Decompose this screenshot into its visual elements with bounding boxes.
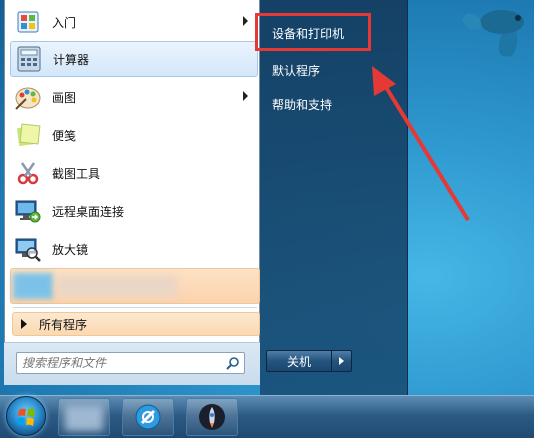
program-label: 便笺 <box>52 128 77 143</box>
start-menu-places-panel: 设备和打印机 默认程序 帮助和支持 <box>260 0 408 395</box>
highlight-box <box>255 13 371 51</box>
shutdown-label: 关机 <box>286 354 311 369</box>
right-item-label: 默认程序 <box>272 63 321 78</box>
search-input[interactable] <box>22 354 222 372</box>
betta-fish-wallpaper <box>462 10 524 57</box>
paint-icon <box>12 81 44 113</box>
submenu-arrow-icon <box>243 91 248 101</box>
all-programs-label: 所有程序 <box>39 317 88 332</box>
shutdown-group: 关机 <box>266 350 352 372</box>
program-getting-started[interactable]: 入门 <box>10 4 258 40</box>
program-label: 放大镜 <box>52 242 89 257</box>
getting-started-icon <box>12 6 44 38</box>
taskbar-app-blurred[interactable] <box>58 398 110 436</box>
program-label: 截图工具 <box>52 166 101 181</box>
start-menu-programs-panel: 入门 计算器 画图 便笺 截图工具 远程桌面连接 放大镜 所有程序 <box>4 0 260 385</box>
blurred-app-icon <box>65 405 103 431</box>
program-label: 远程桌面连接 <box>52 204 125 219</box>
chevron-right-icon <box>339 357 344 365</box>
program-label: 画图 <box>52 90 77 105</box>
search-box[interactable] <box>16 352 245 374</box>
blurred-label <box>57 275 177 297</box>
magnifier-icon <box>12 233 44 265</box>
start-button[interactable] <box>6 396 46 436</box>
program-snipping-tool[interactable]: 截图工具 <box>10 155 258 191</box>
windows-logo-icon <box>17 408 35 426</box>
help-and-support-link[interactable]: 帮助和支持 <box>266 89 402 119</box>
shutdown-options-button[interactable] <box>332 350 352 372</box>
blurred-recent-program[interactable] <box>10 268 260 304</box>
program-paint[interactable]: 画图 <box>10 79 258 115</box>
program-calculator[interactable]: 计算器 <box>10 41 258 77</box>
program-remote-desktop[interactable]: 远程桌面连接 <box>10 193 258 229</box>
program-sticky-notes[interactable]: 便笺 <box>10 117 258 153</box>
program-label: 入门 <box>52 15 77 30</box>
taskbar-app-browser[interactable] <box>122 398 174 436</box>
program-magnifier[interactable]: 放大镜 <box>10 231 258 267</box>
separator <box>13 307 257 308</box>
remote-desktop-icon <box>12 195 44 227</box>
sticky-notes-icon <box>12 119 44 151</box>
right-item-label: 帮助和支持 <box>272 97 333 112</box>
search-area <box>4 342 260 385</box>
submenu-arrow-icon <box>243 16 248 26</box>
rocket-app-icon <box>199 404 225 430</box>
all-programs-button[interactable]: 所有程序 <box>12 312 260 336</box>
default-programs-link[interactable]: 默认程序 <box>266 55 402 85</box>
triangle-right-icon <box>21 319 27 329</box>
taskbar <box>0 395 534 438</box>
shutdown-button[interactable]: 关机 <box>266 350 332 372</box>
browser-icon <box>135 404 161 430</box>
taskbar-app-launcher[interactable] <box>186 398 238 436</box>
search-icon[interactable] <box>226 356 240 370</box>
snipping-tool-icon <box>12 157 44 189</box>
calculator-icon <box>13 43 45 75</box>
program-label: 计算器 <box>53 52 90 67</box>
blurred-icon <box>13 273 53 299</box>
